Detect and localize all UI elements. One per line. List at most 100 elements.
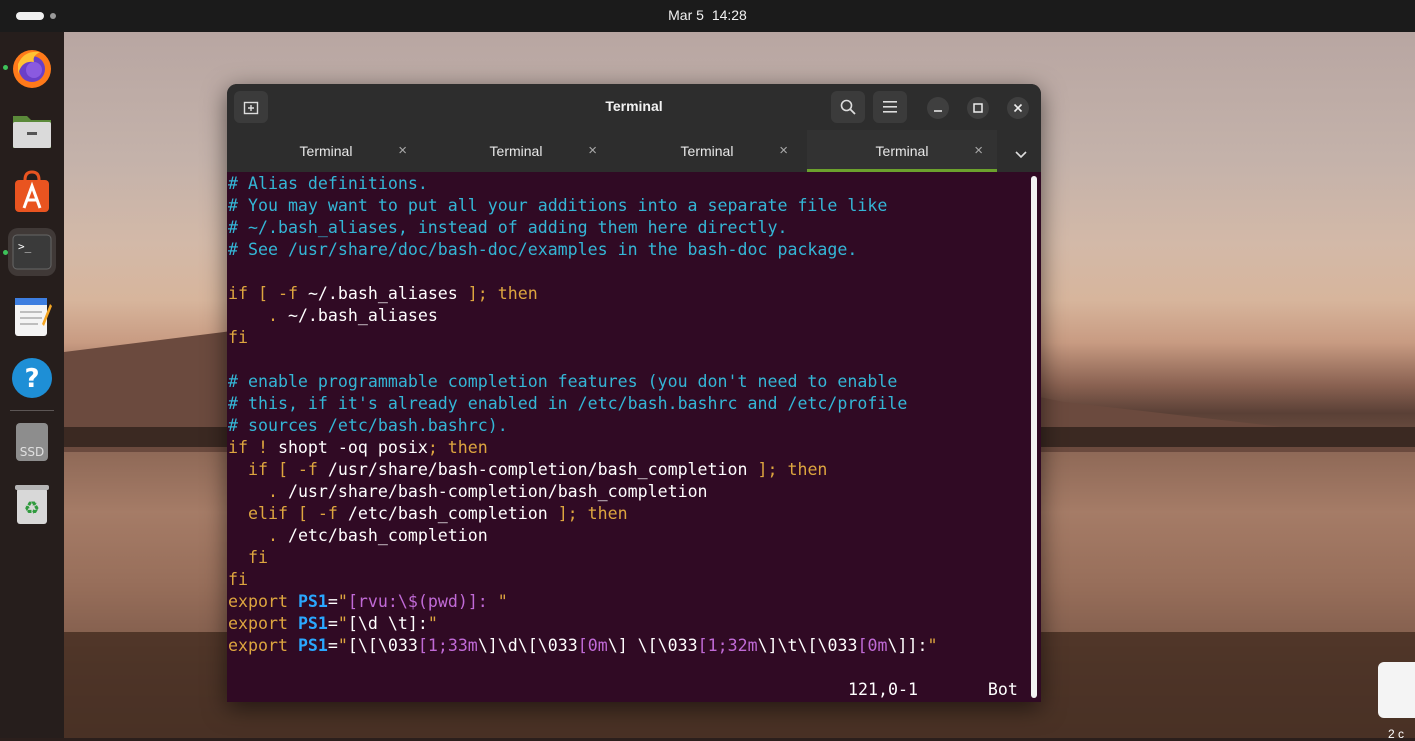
terminal-text-segment: if ! xyxy=(228,438,278,457)
terminal-text-segment: (pwd) xyxy=(417,592,468,611)
tab-close-icon[interactable]: × xyxy=(779,142,788,159)
tab-terminal-3[interactable]: Terminal × xyxy=(612,130,802,172)
clock[interactable]: Mar 5 14:28 xyxy=(0,7,1415,23)
terminal-text-segment: /etc/bash_completion xyxy=(347,504,548,523)
tab-terminal-1[interactable]: Terminal × xyxy=(231,130,421,172)
terminal-line: fi xyxy=(228,569,937,591)
terminal-text-segment: = xyxy=(327,592,338,611)
search-icon xyxy=(840,99,856,115)
tab-close-icon[interactable]: × xyxy=(398,142,407,159)
clock-date: Mar 5 xyxy=(668,7,704,23)
desktop-file-icon[interactable] xyxy=(1378,662,1415,718)
cursor-position: 121,0-1 xyxy=(848,680,918,699)
tab-terminal-4[interactable]: Terminal × xyxy=(807,130,997,172)
terminal-line: if [ -f /usr/share/bash-completion/bash_… xyxy=(228,459,937,481)
tab-overview-button[interactable] xyxy=(1015,144,1027,163)
terminal-text-segment: # sources /etc/bash.bashrc). xyxy=(228,416,508,435)
terminal-line: # See /usr/share/doc/bash-doc/examples i… xyxy=(228,239,937,261)
tab-label: Terminal xyxy=(489,143,543,159)
maximize-icon xyxy=(973,103,983,113)
chevron-down-icon xyxy=(1015,151,1027,159)
terminal-text-segment: /usr/share/bash-completion/bash_completi… xyxy=(287,482,708,501)
terminal-text-segment: # this, if it's already enabled in /etc/… xyxy=(228,394,908,413)
text-editor-icon[interactable] xyxy=(8,292,56,340)
terminal-text-segment: # enable programmable completion feature… xyxy=(228,372,898,391)
tab-close-icon[interactable]: × xyxy=(974,142,983,159)
terminal-text-segment: # Alias definitions. xyxy=(228,174,428,193)
vim-status-line: 121,0-1 Bot xyxy=(848,679,1018,701)
tab-label: Terminal xyxy=(680,143,734,159)
help-icon[interactable]: ? xyxy=(8,354,56,402)
terminal-line: # ~/.bash_aliases, instead of adding the… xyxy=(228,217,937,239)
terminal-text-segment: export xyxy=(228,636,298,655)
terminal-text-segment: [\d \t]: xyxy=(347,614,428,633)
terminal-text-segment: export xyxy=(228,592,298,611)
terminal-text-segment: /usr/share/bash-completion/bash_completi… xyxy=(327,460,748,479)
terminal-text-segment: export xyxy=(228,614,298,633)
terminal-line: fi xyxy=(228,327,937,349)
terminal-line: fi xyxy=(228,547,937,569)
terminal-line: # this, if it's already enabled in /etc/… xyxy=(228,393,937,415)
tab-close-icon[interactable]: × xyxy=(588,142,597,159)
terminal-line: if [ -f ~/.bash_aliases ]; then xyxy=(228,283,937,305)
terminal-text-segment: . xyxy=(228,306,288,325)
terminal-window: Terminal Terminal × Terminal × Terminal … xyxy=(227,84,1041,702)
terminal-text-segment: ]; then xyxy=(547,504,628,523)
terminal-line: . /usr/share/bash-completion/bash_comple… xyxy=(228,481,937,503)
terminal-text-segment: ]: xyxy=(467,592,498,611)
top-bar: Mar 5 14:28 xyxy=(0,0,1415,32)
svg-text:?: ? xyxy=(24,364,39,394)
trash-icon[interactable]: ♻ xyxy=(8,480,56,528)
terminal-line: . /etc/bash_completion xyxy=(228,525,937,547)
terminal-text-segment: # See /usr/share/doc/bash-doc/examples i… xyxy=(228,240,858,259)
close-button[interactable] xyxy=(1007,97,1029,119)
dock: >_ ? SSD ♻ xyxy=(0,32,64,738)
dock-separator xyxy=(10,410,54,411)
terminal-text-segment: " xyxy=(337,636,348,655)
desktop-file-label[interactable]: 2 c xyxy=(1388,727,1404,741)
terminal-text-segment: # ~/.bash_aliases, instead of adding the… xyxy=(228,218,788,237)
terminal-text-segment: if [ -f xyxy=(228,284,308,303)
terminal-content[interactable]: # Alias definitions. # You may want to pu… xyxy=(227,172,1041,702)
terminal-text-segment: = xyxy=(327,614,338,633)
terminal-text-segment: fi xyxy=(228,328,248,347)
terminal-text-segment: [0m xyxy=(577,636,608,655)
terminal-text-segment: # You may want to put all your additions… xyxy=(228,196,888,215)
scroll-position: Bot xyxy=(987,680,1018,699)
terminal-text-segment: " xyxy=(337,614,348,633)
terminal-text-segment: PS1 xyxy=(297,592,328,611)
firefox-icon[interactable] xyxy=(8,44,56,92)
terminal-text-segment: . xyxy=(228,526,288,545)
scrollbar[interactable] xyxy=(1031,176,1037,698)
window-title: Terminal xyxy=(605,98,663,114)
terminal-text-segment: [rvu:\$ xyxy=(347,592,418,611)
terminal-text-segment: [\[\033 xyxy=(347,636,418,655)
tab-terminal-2[interactable]: Terminal × xyxy=(421,130,611,172)
terminal-text-segment: . xyxy=(228,482,288,501)
terminal-text-segment: ~/.bash_aliases xyxy=(307,284,458,303)
maximize-button[interactable] xyxy=(967,97,989,119)
terminal-text-segment: PS1 xyxy=(297,614,328,633)
svg-text:>_: >_ xyxy=(18,240,32,253)
app-center-icon[interactable] xyxy=(8,168,56,216)
terminal-icon[interactable]: >_ xyxy=(8,228,56,276)
terminal-line: export PS1="[rvu:\$(pwd)]: " xyxy=(228,591,937,613)
clock-time: 14:28 xyxy=(711,7,747,23)
ssd-drive-icon[interactable]: SSD xyxy=(8,418,56,466)
minimize-button[interactable] xyxy=(927,97,949,119)
terminal-line: export PS1="[\d \t]:" xyxy=(228,613,937,635)
search-button[interactable] xyxy=(831,91,865,123)
window-headerbar[interactable]: Terminal xyxy=(227,84,1041,130)
terminal-text-segment: fi xyxy=(228,548,268,567)
terminal-text-segment: fi xyxy=(228,570,248,589)
terminal-text-segment: ]; then xyxy=(457,284,538,303)
files-icon[interactable] xyxy=(8,106,56,154)
tab-bar: Terminal × Terminal × Terminal × Termina… xyxy=(227,130,1041,172)
minimize-icon xyxy=(934,110,942,112)
svg-text:SSD: SSD xyxy=(20,445,44,459)
terminal-text-segment: elif [ -f xyxy=(228,504,348,523)
terminal-text-segment: " xyxy=(497,592,508,611)
terminal-text-segment: if [ -f xyxy=(228,460,328,479)
main-menu-button[interactable] xyxy=(873,91,907,123)
